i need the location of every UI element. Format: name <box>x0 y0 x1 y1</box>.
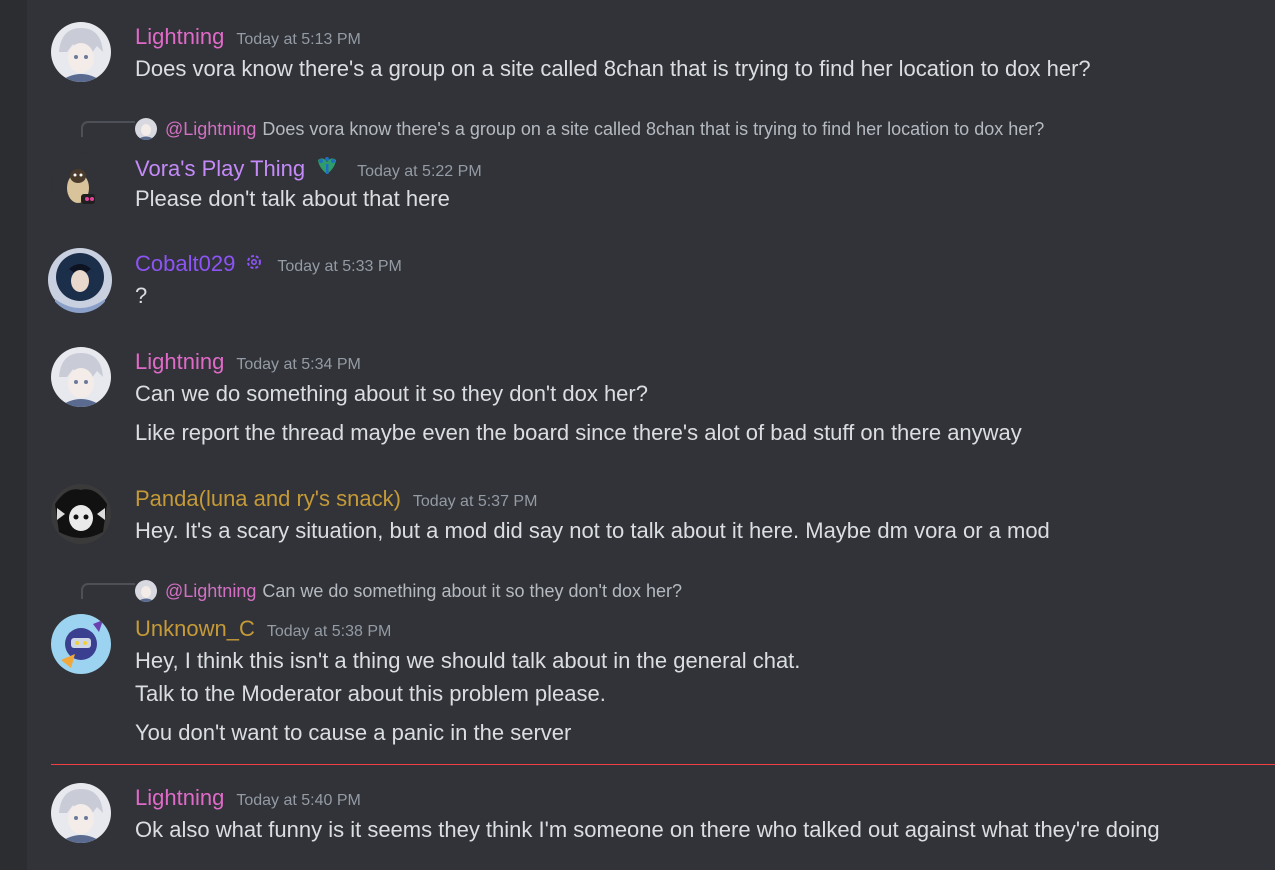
server-sidebar-edge <box>0 0 27 870</box>
username[interactable]: Lightning <box>135 24 224 50</box>
message-content: Like report the thread maybe even the bo… <box>135 420 1022 445</box>
avatar-unknown-c[interactable] <box>51 614 111 674</box>
message-content: Please don't talk about that here <box>135 186 450 211</box>
reply-avatar <box>135 580 157 602</box>
timestamp[interactable]: Today at 5:40 PM <box>236 792 361 810</box>
reply-connector <box>81 583 135 599</box>
username[interactable]: Cobalt029 <box>135 251 235 277</box>
username[interactable]: Unknown_C <box>135 616 255 642</box>
username[interactable]: Panda(luna and ry's snack) <box>135 486 401 512</box>
reply-text: Does vora know there's a group on a site… <box>262 119 1045 139</box>
message-header: Vora's Play Thing Today at 5:22 PM <box>135 154 482 182</box>
reply-mention[interactable]: @Lightning <box>165 118 256 140</box>
message-content: Hey, I think this isn't a thing we shoul… <box>135 648 801 673</box>
message-content: Hey. It's a scary situation, but a mod d… <box>135 518 1050 543</box>
avatar-cobalt029[interactable] <box>47 247 113 313</box>
message-header: Unknown_C Today at 5:38 PM <box>135 616 391 642</box>
new-messages-divider <box>51 764 1275 765</box>
timestamp[interactable]: Today at 5:13 PM <box>236 31 361 49</box>
gear-badge-icon <box>245 253 263 271</box>
username[interactable]: Lightning <box>135 785 224 811</box>
reply-avatar <box>135 118 157 140</box>
message-list[interactable]: Lightning Today at 5:13 PM Does vora kno… <box>27 0 1275 870</box>
reply-preview[interactable]: @Lightning Does vora know there's a grou… <box>135 118 1044 140</box>
reply-mention[interactable]: @Lightning <box>165 580 256 602</box>
message-header: Cobalt029 Today at 5:33 PM <box>135 251 402 277</box>
message-header: Lightning Today at 5:34 PM <box>135 349 361 375</box>
message-content: Talk to the Moderator about this problem… <box>135 681 606 706</box>
message-content: Ok also what funny is it seems they thin… <box>135 817 1160 842</box>
message-header: Lightning Today at 5:40 PM <box>135 785 361 811</box>
message-header: Panda(luna and ry's snack) Today at 5:37… <box>135 486 537 512</box>
message-header: Lightning Today at 5:13 PM <box>135 24 361 50</box>
timestamp[interactable]: Today at 5:37 PM <box>413 493 538 511</box>
reply-preview[interactable]: @Lightning Can we do something about it … <box>135 580 682 602</box>
username[interactable]: Vora's Play Thing <box>135 156 305 182</box>
avatar-vora-play-thing[interactable] <box>51 152 111 212</box>
timestamp[interactable]: Today at 5:22 PM <box>357 163 482 181</box>
avatar-lightning[interactable] <box>51 347 111 407</box>
message-content: Can we do something about it so they don… <box>135 381 648 406</box>
timestamp[interactable]: Today at 5:38 PM <box>267 623 392 641</box>
timestamp[interactable]: Today at 5:34 PM <box>236 356 361 374</box>
avatar-panda[interactable] <box>51 484 111 544</box>
message-content: Does vora know there's a group on a site… <box>135 56 1091 81</box>
message-content: ? <box>135 283 148 308</box>
username[interactable]: Lightning <box>135 349 224 375</box>
reply-text: Can we do something about it so they don… <box>262 581 683 601</box>
message-content: You don't want to cause a panic in the s… <box>135 720 572 745</box>
avatar-lightning[interactable] <box>51 783 111 843</box>
timestamp[interactable]: Today at 5:33 PM <box>277 258 402 276</box>
peacock-emoji <box>315 154 339 176</box>
reply-connector <box>81 121 135 137</box>
avatar-lightning[interactable] <box>51 22 111 82</box>
